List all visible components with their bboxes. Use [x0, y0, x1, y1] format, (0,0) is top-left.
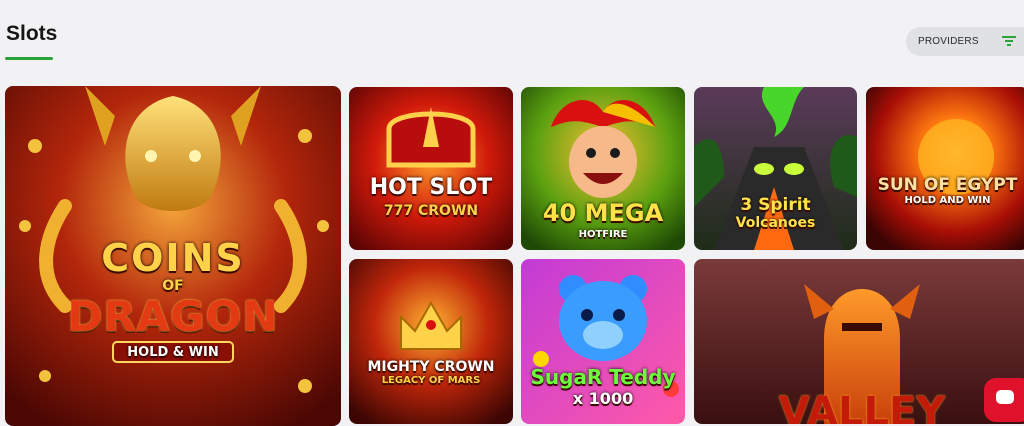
providers-filter-button[interactable]: PROVIDERS [906, 27, 1024, 56]
game-title-line2: x 1000 [572, 389, 634, 408]
game-tile-3-spirit-volcanoes[interactable]: 3 Spirit Volcanoes [694, 87, 857, 250]
game-tile-hot-slot[interactable]: HOT SLOT 777 CROWN [349, 87, 513, 250]
game-tile-40-mega[interactable]: 40 MEGA HOTFIRE [521, 87, 685, 250]
game-title-line3: DRAGON [67, 292, 279, 341]
game-title-line1: 3 Spirit [740, 195, 811, 215]
game-title-line1: 40 MEGA [542, 199, 664, 227]
game-title-line2: 777 CROWN [383, 203, 479, 219]
title-underline [5, 57, 53, 60]
game-tile-sun-of-egypt[interactable]: SUN OF EGYPT HOLD AND WIN [866, 87, 1024, 250]
providers-label: PROVIDERS [918, 36, 979, 47]
game-title-line1: SugaR Teddy [530, 365, 676, 389]
game-title-line2: LEGACY OF MARS [381, 375, 481, 386]
game-artwork [866, 87, 1024, 250]
game-title-line1: SUN OF EGYPT [877, 175, 1018, 195]
game-title-line1: HOT SLOT [369, 175, 493, 200]
filter-icon [1002, 36, 1016, 46]
game-tile-coins-of-dragon[interactable]: COINS OF DRAGON HOLD & WIN [5, 86, 341, 426]
game-artwork [349, 259, 513, 424]
game-tile-valley[interactable]: VALLEY [694, 259, 1024, 424]
game-title-line2: HOLD AND WIN [904, 195, 991, 206]
page-title: Slots [6, 22, 58, 45]
game-title-line1: COINS [101, 236, 245, 280]
game-title-line2: HOTFIRE [578, 229, 628, 240]
game-title-line1: VALLEY [778, 389, 946, 424]
game-tile-sugar-teddy[interactable]: SugaR Teddy x 1000 [521, 259, 685, 424]
chat-icon [996, 390, 1014, 404]
game-title-line2: Volcanoes [735, 215, 816, 231]
section-header: Slots PROVIDERS [0, 0, 1024, 80]
game-tile-mighty-crown[interactable]: MIGHTY CROWN LEGACY OF MARS [349, 259, 513, 424]
game-title-line1: MIGHTY CROWN [367, 359, 495, 375]
game-badge: HOLD & WIN [127, 345, 219, 360]
game-artwork [349, 87, 513, 250]
chat-button[interactable] [984, 378, 1024, 422]
